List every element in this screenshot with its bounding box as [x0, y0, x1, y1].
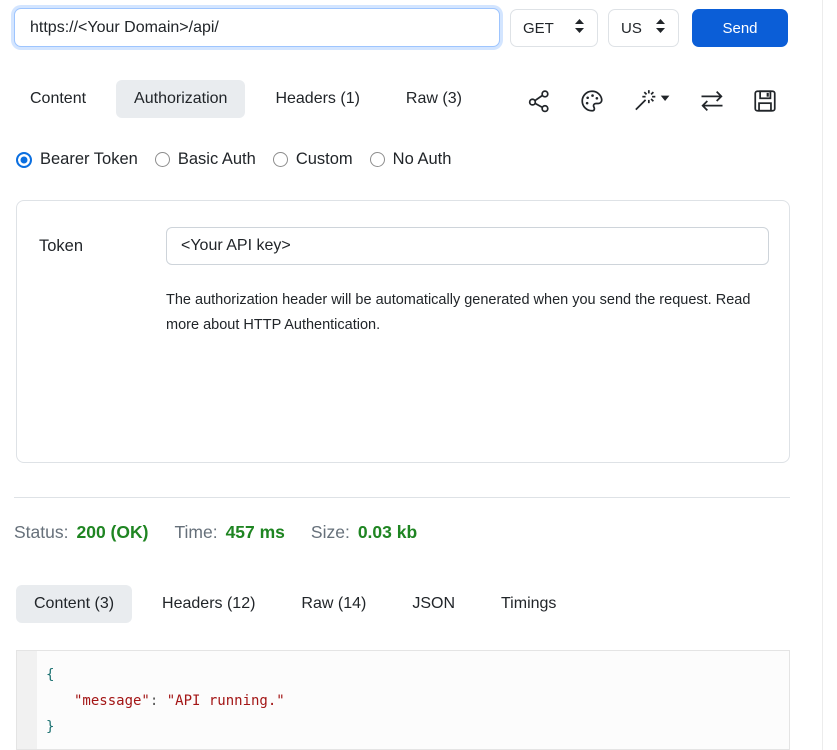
status-label: Status:: [14, 522, 68, 543]
page-right-divider: [822, 0, 823, 750]
auth-option-custom[interactable]: Custom: [273, 150, 353, 169]
code-line: {: [46, 662, 789, 688]
region-select[interactable]: US: [608, 9, 679, 47]
resp-tab-raw[interactable]: Raw (14): [285, 585, 382, 623]
resp-tab-headers[interactable]: Headers (12): [146, 585, 271, 623]
radio-basic-auth[interactable]: [155, 152, 170, 167]
send-button[interactable]: Send: [692, 9, 788, 47]
response-body: { "message": "API running." }: [16, 650, 790, 750]
updown-arrows-icon: [655, 19, 666, 37]
response-json: { "message": "API running." }: [37, 651, 789, 749]
status-group: Status: 200 (OK): [14, 522, 148, 543]
token-label: Token: [39, 237, 83, 256]
tab-headers[interactable]: Headers (1): [259, 80, 375, 118]
share-icon[interactable]: [526, 88, 552, 114]
json-separator: :: [150, 693, 167, 709]
region-select-value: US: [621, 20, 642, 37]
open-brace: {: [46, 667, 54, 683]
resp-tab-json[interactable]: JSON: [396, 585, 471, 623]
resp-tab-timings[interactable]: Timings: [485, 585, 572, 623]
time-value: 457 ms: [226, 522, 285, 543]
request-toolbar: [526, 88, 778, 114]
auth-option-label: Basic Auth: [178, 150, 256, 169]
palette-icon[interactable]: [579, 88, 605, 114]
token-help-text: The authorization header will be automat…: [166, 288, 776, 338]
time-label: Time:: [174, 522, 217, 543]
code-gutter: [17, 651, 37, 749]
size-value: 0.03 kb: [358, 522, 417, 543]
magic-wand-icon[interactable]: [631, 88, 671, 114]
tab-authorization[interactable]: Authorization: [116, 80, 245, 118]
auth-option-label: Bearer Token: [40, 150, 138, 169]
url-input[interactable]: [14, 8, 500, 47]
code-line: }: [46, 714, 789, 740]
token-input[interactable]: [166, 227, 769, 265]
save-icon[interactable]: [752, 88, 778, 114]
size-group: Size: 0.03 kb: [311, 522, 417, 543]
tab-content[interactable]: Content: [14, 80, 102, 118]
response-tabs: Content (3) Headers (12) Raw (14) JSON T…: [16, 585, 572, 623]
json-value: "API running.": [167, 693, 285, 709]
code-line: "message": "API running.": [46, 688, 789, 714]
auth-option-no-auth[interactable]: No Auth: [370, 150, 452, 169]
auth-type-options: Bearer Token Basic Auth Custom No Auth: [16, 150, 451, 169]
resp-tab-content[interactable]: Content (3): [16, 585, 132, 623]
time-group: Time: 457 ms: [174, 522, 284, 543]
auth-option-label: Custom: [296, 150, 353, 169]
auth-option-bearer-token[interactable]: Bearer Token: [16, 150, 138, 169]
tab-raw[interactable]: Raw (3): [390, 80, 478, 118]
response-divider: [14, 497, 790, 498]
auth-option-label: No Auth: [393, 150, 452, 169]
auth-option-basic-auth[interactable]: Basic Auth: [155, 150, 256, 169]
method-select-value: GET: [523, 20, 554, 37]
json-key: "message": [74, 693, 150, 709]
radio-bearer-token[interactable]: [16, 152, 32, 168]
request-tabs: Content Authorization Headers (1) Raw (3…: [14, 80, 478, 118]
radio-no-auth[interactable]: [370, 152, 385, 167]
status-value: 200 (OK): [76, 522, 148, 543]
token-panel: Token The authorization header will be a…: [16, 200, 790, 463]
method-select[interactable]: GET: [510, 9, 598, 47]
size-label: Size:: [311, 522, 350, 543]
swap-arrows-icon[interactable]: [698, 88, 726, 114]
radio-custom[interactable]: [273, 152, 288, 167]
updown-arrows-icon: [574, 19, 585, 37]
api-tester-page: GET US Send Content Authorization Header…: [0, 0, 837, 750]
response-status-bar: Status: 200 (OK) Time: 457 ms Size: 0.03…: [14, 522, 417, 543]
close-brace: }: [46, 719, 54, 735]
